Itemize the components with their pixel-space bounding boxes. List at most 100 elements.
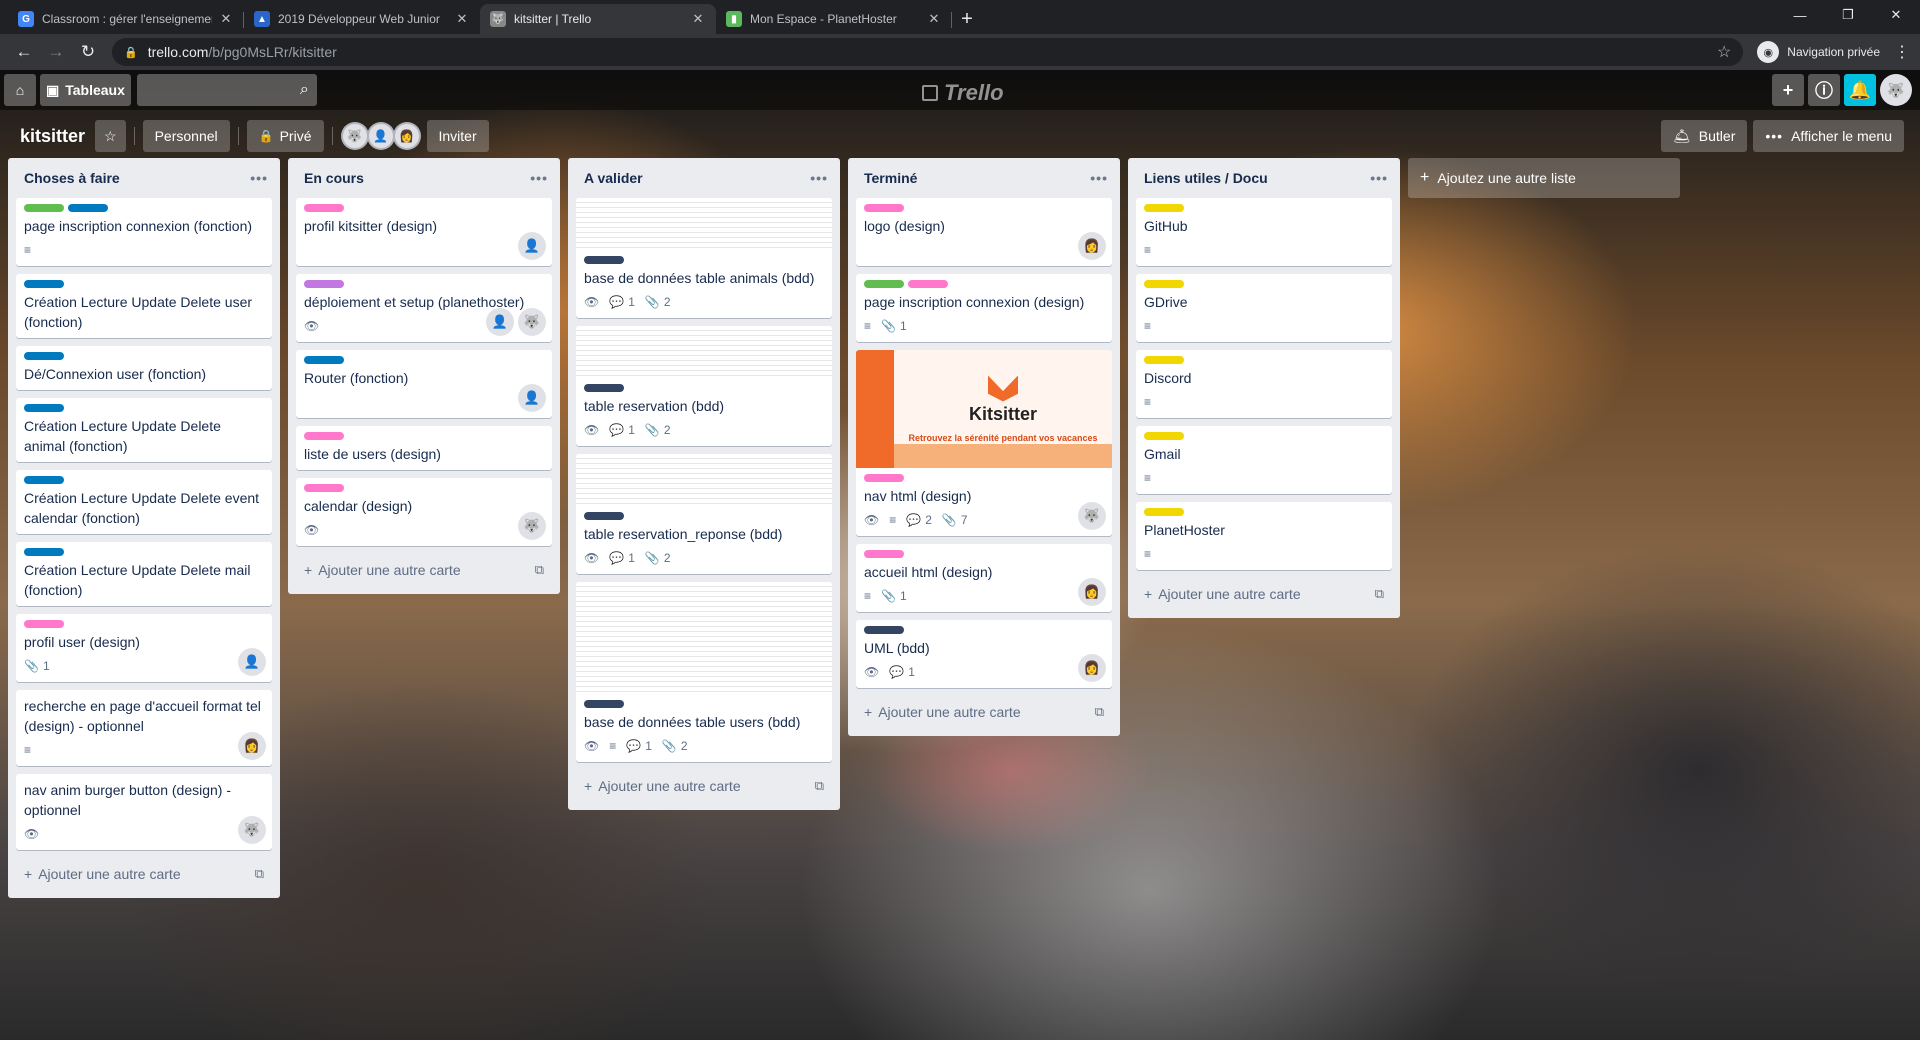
browser-tab[interactable]: ▮ Mon Espace - PlanetHoster ✕ [716, 4, 952, 34]
star-board-button[interactable]: ☆ [95, 120, 126, 152]
add-list-button[interactable]: + Ajoutez une autre liste [1408, 158, 1680, 198]
card[interactable]: UML (bdd) 👁 💬 1 👩 [856, 620, 1112, 688]
card[interactable]: Router (fonction) 👤 [296, 350, 552, 418]
list-header[interactable]: Liens utiles / Docu ••• [1136, 158, 1392, 198]
card-template-icon[interactable]: ⧉ [1095, 704, 1104, 720]
card-label-pink[interactable] [24, 620, 64, 628]
add-card-button[interactable]: + Ajouter une autre carte ⧉ [576, 770, 832, 802]
card-label-blue[interactable] [24, 476, 64, 484]
home-button[interactable]: ⌂ [4, 74, 36, 106]
card[interactable]: Création Lecture Update Delete animal (f… [16, 398, 272, 462]
close-tab-icon[interactable]: ✕ [690, 11, 706, 27]
card[interactable]: profil kitsitter (design) 👤 [296, 198, 552, 266]
card[interactable]: calendar (design) 👁 🐺 [296, 478, 552, 546]
card-template-icon[interactable]: ⧉ [1375, 586, 1384, 602]
boards-button[interactable]: ▣ Tableaux [40, 74, 131, 106]
card-label-blue[interactable] [24, 404, 64, 412]
card-member-avatar[interactable]: 👤 [486, 308, 514, 336]
card-member-avatar[interactable]: 🐺 [518, 308, 546, 336]
team-button[interactable]: Personnel [142, 120, 230, 152]
card-label-blue[interactable] [68, 204, 108, 212]
card-member-avatar[interactable]: 👩 [238, 732, 266, 760]
browser-menu-icon[interactable]: ⋮ [1894, 42, 1910, 62]
show-menu-button[interactable]: ••• Afficher le menu [1753, 120, 1904, 152]
member-avatar[interactable]: 👩 [392, 122, 421, 150]
card[interactable]: page inscription connexion (fonction) ≡ [16, 198, 272, 266]
add-card-button[interactable]: + Ajouter une autre carte ⧉ [296, 554, 552, 586]
notifications-bell-icon[interactable]: 🔔 [1844, 74, 1876, 106]
list-menu-icon[interactable]: ••• [250, 170, 268, 186]
search-input[interactable]: ⌕ [136, 74, 317, 106]
card-label-pink[interactable] [864, 204, 904, 212]
list-menu-icon[interactable]: ••• [1370, 170, 1388, 186]
info-button[interactable]: ⓘ [1808, 74, 1840, 106]
close-tab-icon[interactable]: ✕ [454, 11, 470, 27]
card[interactable]: recherche en page d'accueil format tel (… [16, 690, 272, 766]
card-label-green[interactable] [864, 280, 904, 288]
card[interactable]: GDrive ≡ [1136, 274, 1392, 342]
card[interactable]: accueil html (design) ≡ 📎 1 👩 [856, 544, 1112, 612]
card[interactable]: logo (design) 👩 [856, 198, 1112, 266]
card-label-blue[interactable] [24, 352, 64, 360]
card-member-avatar[interactable]: 👩 [1078, 578, 1106, 606]
card[interactable]: Création Lecture Update Delete user (fon… [16, 274, 272, 338]
browser-tab[interactable]: ▲ 2019 Développeur Web Junior ✕ [244, 4, 480, 34]
card-member-avatar[interactable]: 🐺 [238, 816, 266, 844]
list-header[interactable]: En cours ••• [296, 158, 552, 198]
card[interactable]: nav anim burger button (design) - option… [16, 774, 272, 850]
list-header[interactable]: A valider ••• [576, 158, 832, 198]
list-header[interactable]: Choses à faire ••• [16, 158, 272, 198]
add-card-button[interactable]: + Ajouter une autre carte ⧉ [1136, 578, 1392, 610]
card-label-yellow[interactable] [1144, 280, 1184, 288]
butler-button[interactable]: 🛎 Butler [1661, 120, 1748, 152]
card-label-pink[interactable] [304, 484, 344, 492]
card-member-avatar[interactable]: 🐺 [518, 512, 546, 540]
list-title[interactable]: A valider [584, 170, 643, 186]
card-label-navy[interactable] [584, 700, 624, 708]
card-member-avatar[interactable]: 👤 [518, 232, 546, 260]
invite-button[interactable]: Inviter [426, 120, 489, 152]
card[interactable]: profil user (design) 📎 1 👤 [16, 614, 272, 682]
card-label-green[interactable] [24, 204, 64, 212]
member-avatar[interactable]: 🐺 [340, 122, 369, 150]
board-title[interactable]: kitsitter [10, 126, 95, 147]
browser-tab[interactable]: 🐺 kitsitter | Trello ✕ [480, 4, 716, 34]
card-template-icon[interactable]: ⧉ [535, 562, 544, 578]
add-card-button[interactable]: + Ajouter une autre carte ⧉ [16, 858, 272, 890]
card-label-navy[interactable] [584, 384, 624, 392]
card-label-purple[interactable] [304, 280, 344, 288]
list-title[interactable]: Choses à faire [24, 170, 120, 186]
card[interactable]: déploiement et setup (planethoster) 👁 🐺 👤 [296, 274, 552, 342]
card-label-pink[interactable] [304, 432, 344, 440]
list-menu-icon[interactable]: ••• [810, 170, 828, 186]
list-title[interactable]: Liens utiles / Docu [1144, 170, 1268, 186]
card-member-avatar[interactable]: 👩 [1078, 654, 1106, 682]
card-label-pink[interactable] [864, 550, 904, 558]
member-avatar[interactable]: 🐺 [1880, 74, 1912, 106]
close-tab-icon[interactable]: ✕ [926, 11, 942, 27]
new-tab-button[interactable]: + [952, 4, 982, 34]
create-button[interactable]: + [1772, 74, 1804, 106]
card[interactable]: liste de users (design) [296, 426, 552, 470]
card-label-pink[interactable] [908, 280, 948, 288]
card-label-yellow[interactable] [1144, 356, 1184, 364]
card-label-navy[interactable] [584, 256, 624, 264]
card[interactable]: base de données table animals (bdd) 👁 💬 1 📎 2 [576, 198, 832, 318]
list-header[interactable]: Terminé ••• [856, 158, 1112, 198]
list-menu-icon[interactable]: ••• [1090, 170, 1108, 186]
bookmark-star-icon[interactable]: ☆ [1717, 42, 1731, 62]
card-label-navy[interactable] [864, 626, 904, 634]
card-label-yellow[interactable] [1144, 204, 1184, 212]
reload-button[interactable]: ↻ [74, 38, 102, 66]
back-button[interactable]: ← [10, 38, 38, 66]
url-bar[interactable]: 🔒 trello.com/b/pg0MsLRr/kitsitter ☆ [112, 38, 1744, 66]
close-window-button[interactable]: ✕ [1872, 0, 1920, 30]
minimize-button[interactable]: — [1776, 0, 1824, 30]
card[interactable]: page inscription connexion (design) ≡ 📎 1 [856, 274, 1112, 342]
card[interactable]: Dé/Connexion user (fonction) [16, 346, 272, 390]
card-label-navy[interactable] [584, 512, 624, 520]
add-card-button[interactable]: + Ajouter une autre carte ⧉ [856, 696, 1112, 728]
close-tab-icon[interactable]: ✕ [218, 11, 234, 27]
card-label-yellow[interactable] [1144, 508, 1184, 516]
card-template-icon[interactable]: ⧉ [815, 778, 824, 794]
